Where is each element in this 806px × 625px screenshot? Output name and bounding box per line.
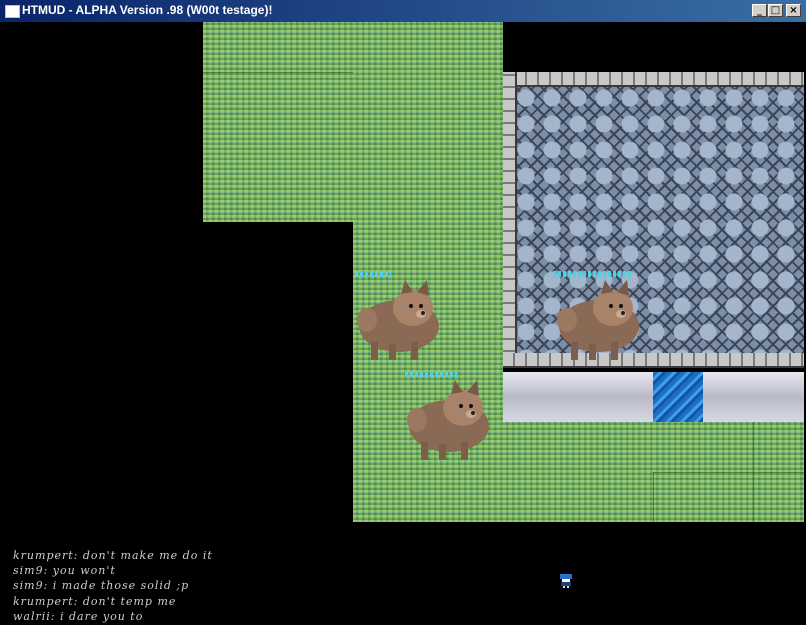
grass-area-upper <box>203 22 503 222</box>
minimize-button[interactable]: _ <box>752 4 767 17</box>
game-viewport[interactable]: krumpert: don't make me do it sim9: you … <box>0 22 806 625</box>
window-title: HTMUD - ALPHA Version .98 (W00t testage)… <box>22 3 273 17</box>
close-button[interactable]: × <box>786 4 801 17</box>
water-tile <box>653 372 703 422</box>
app-icon <box>5 5 20 18</box>
title-bar[interactable]: HTMUD - ALPHA Version .98 (W00t testage)… <box>0 0 806 22</box>
chat-line: walrii: i dare you to <box>13 609 144 623</box>
character-name-tag <box>355 271 391 277</box>
game-window: HTMUD - ALPHA Version .98 (W00t testage)… <box>0 0 806 625</box>
stone-wall-top <box>503 72 804 87</box>
tile-seam <box>653 472 804 473</box>
tile-seam <box>653 472 654 522</box>
stone-wall-left <box>503 72 517 362</box>
dog-character[interactable] <box>555 280 643 362</box>
marble-ledge-left <box>503 372 653 422</box>
stone-wall-bottom <box>503 353 804 368</box>
dog-character[interactable] <box>405 380 493 462</box>
dog-character[interactable] <box>355 280 443 362</box>
chat-log: krumpert: don't make me do it sim9: you … <box>13 548 413 624</box>
tile-seam <box>203 72 353 73</box>
tile-seam <box>753 422 754 522</box>
player-icon[interactable] <box>558 572 574 588</box>
chat-line: sim9: you won't <box>13 564 116 578</box>
chat-line: krumpert: don't make me do it <box>13 549 213 562</box>
chat-line: krumpert: don't temp me <box>13 594 177 608</box>
character-name-tag <box>553 271 633 277</box>
character-name-tag <box>405 371 457 377</box>
marble-ledge-right <box>703 372 804 422</box>
chat-line: sim9: i made those solid ;p <box>13 579 190 593</box>
maximize-button[interactable]: □ <box>768 4 783 17</box>
